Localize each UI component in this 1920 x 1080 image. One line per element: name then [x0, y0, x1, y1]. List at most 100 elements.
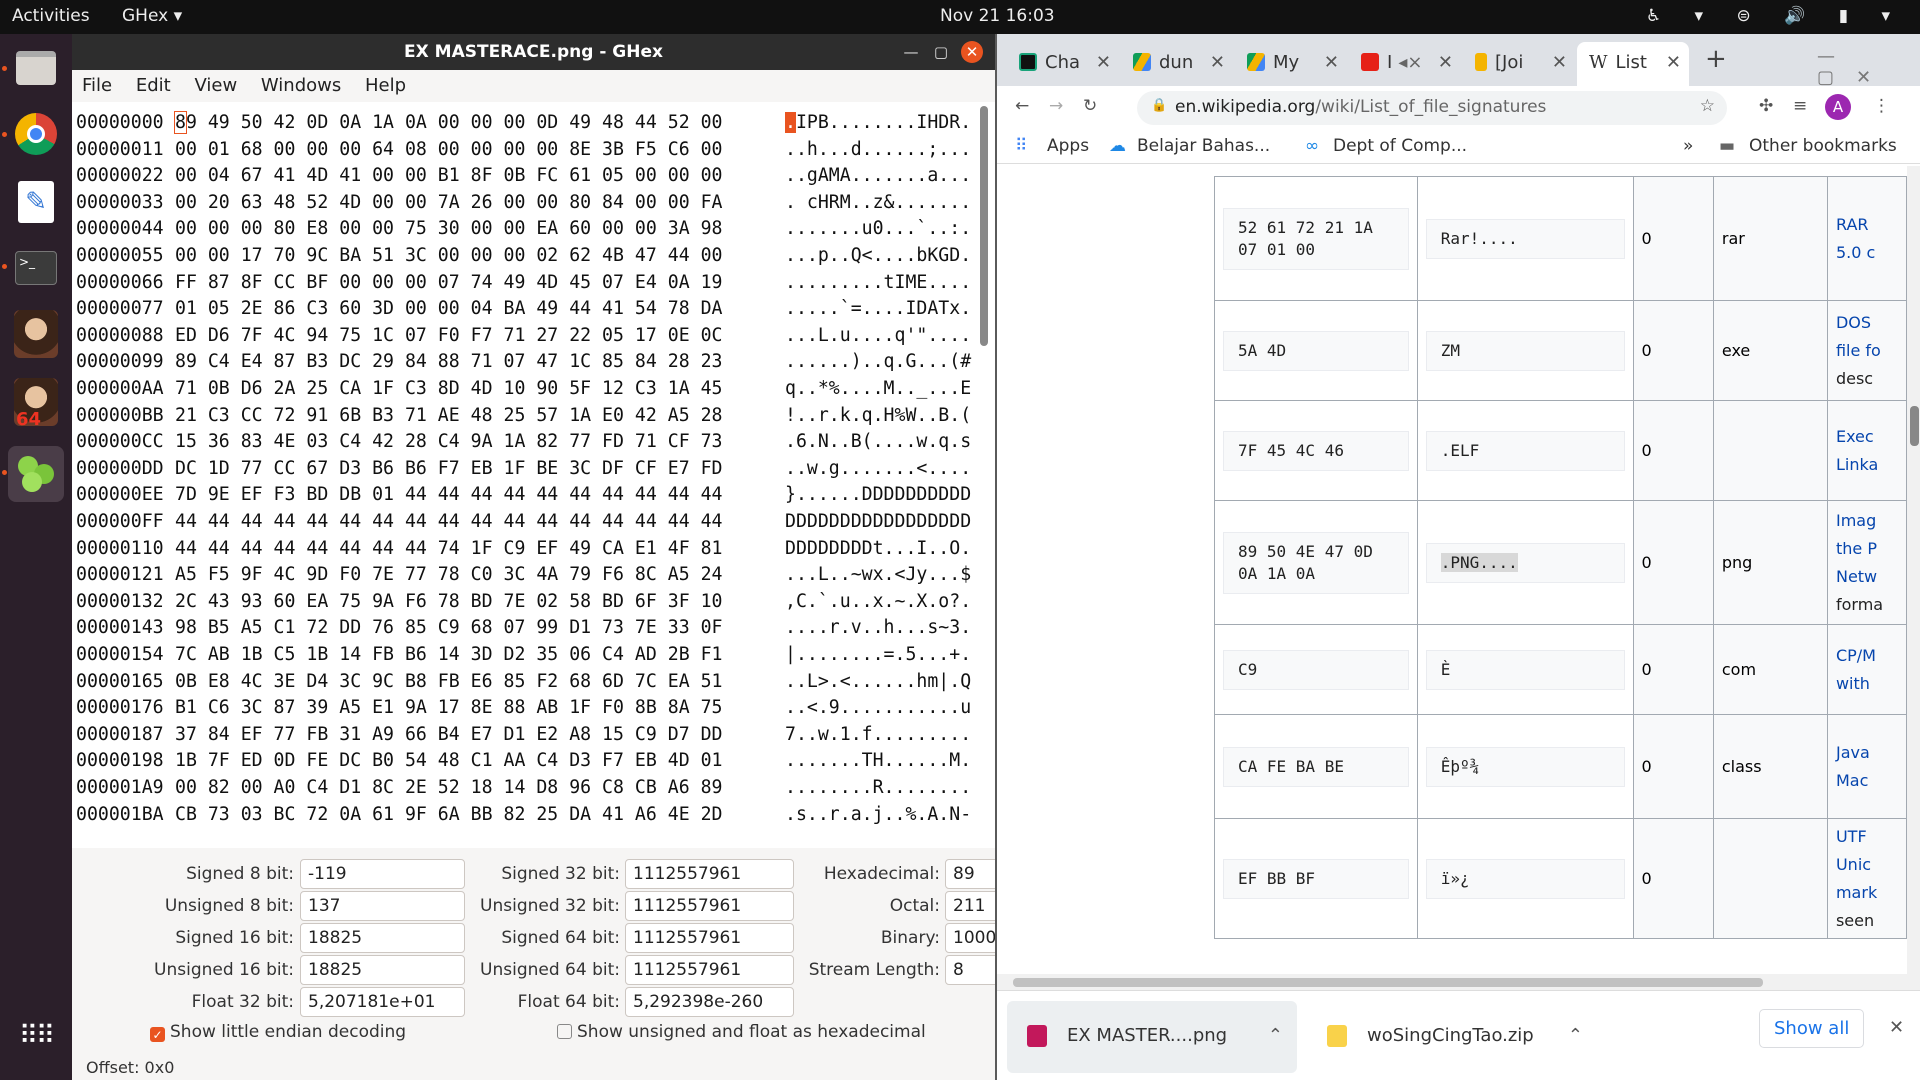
row-hex[interactable]: 2C 43 93 60 EA 75 9A F6 78 BD 7E 02 58 B… — [175, 589, 785, 615]
app-grid-icon[interactable]: ⠿⠿ — [8, 1008, 64, 1064]
tab-join[interactable]: [Joi ✕ — [1463, 42, 1575, 86]
hex-row[interactable]: 00000187 37 84 EF 77 FB 31 A9 66 B4 E7 D1… — [76, 722, 971, 748]
tab-close-icon[interactable]: ✕ — [1096, 52, 1111, 73]
row-ascii[interactable]: .....`=....IDATx. — [785, 296, 971, 322]
unsigned-hex-checkbox[interactable]: Show unsigned and float as hexadecimal — [557, 1022, 926, 1042]
menu-icon[interactable]: ⋮ — [1873, 96, 1890, 116]
row-hex[interactable]: 15 36 83 4E 03 C4 42 28 C4 9A 1A 82 77 F… — [175, 429, 785, 455]
cursor[interactable]: 8 — [174, 111, 187, 134]
close-downloads-icon[interactable]: ✕ — [1889, 1017, 1904, 1038]
tab-close-icon[interactable]: ✕ — [1438, 52, 1453, 73]
hex-row[interactable]: 00000198 1B 7F ED 0D FE DC B0 54 48 C1 AA… — [76, 748, 971, 774]
row-hex[interactable]: 00 00 00 80 E8 00 00 75 30 00 00 EA 60 0… — [175, 216, 785, 242]
little-endian-checkbox[interactable]: ✓ Show little endian decoding — [150, 1022, 406, 1042]
reload-icon[interactable]: ↻ — [1083, 96, 1097, 116]
minimize-icon[interactable]: — — [900, 41, 922, 63]
maximize-icon[interactable]: ▢ — [930, 41, 952, 63]
apps-icon[interactable]: ⠿ — [1015, 136, 1027, 156]
hex-row[interactable]: 00000099 89 C4 E4 87 B3 DC 29 84 88 71 07… — [76, 349, 971, 375]
hex-row[interactable]: 00000000 89 49 50 42 0D 0A 1A 0A 00 00 00… — [76, 110, 971, 136]
row-ascii[interactable]: }......DDDDDDDDDD — [785, 482, 971, 508]
row-hex[interactable]: 44 44 44 44 44 44 44 44 44 44 44 44 44 4… — [175, 509, 785, 535]
address-bar[interactable]: 🔒 en.wikipedia.org/wiki/List_of_file_sig… — [1137, 91, 1727, 125]
hscroll-thumb[interactable] — [1013, 978, 1763, 987]
row-hex[interactable]: 01 05 2E 86 C3 60 3D 00 00 04 BA 49 44 4… — [175, 296, 785, 322]
hex-row[interactable]: 000000FF 44 44 44 44 44 44 44 44 44 44 44… — [76, 509, 971, 535]
profile-avatar[interactable]: A — [1825, 94, 1851, 120]
forward-icon[interactable]: → — [1049, 96, 1063, 116]
signed64-field[interactable]: 1112557961 — [625, 923, 794, 953]
description-cell[interactable]: RAR 5.0 c — [1826, 176, 1907, 301]
row-ascii[interactable]: .......u0...`..:. — [785, 216, 971, 242]
tab-close-icon[interactable]: ✕ — [1666, 52, 1681, 73]
hex-row[interactable]: 000000EE 7D 9E EF F3 BD DB 01 44 44 44 44… — [76, 482, 971, 508]
description-cell[interactable]: CP/M with — [1826, 624, 1907, 715]
tab-close-icon[interactable]: ✕ — [1324, 52, 1339, 73]
row-hex[interactable]: 00 01 68 00 00 00 64 08 00 00 00 00 8E 3… — [175, 137, 785, 163]
bookmark-apps[interactable]: Apps — [1047, 136, 1089, 156]
description-cell[interactable]: DOS file fo desc — [1826, 300, 1907, 401]
tab-wikipedia[interactable]: W List ✕ — [1577, 42, 1689, 86]
signed32-field[interactable]: 1112557961 — [625, 859, 794, 889]
description-cell[interactable]: UTF Unic mark seen — [1826, 818, 1907, 939]
hex-row[interactable]: 000000CC 15 36 83 4E 03 C4 42 28 C4 9A 1A… — [76, 429, 971, 455]
row-ascii[interactable]: .s..r.a.j..%.A.N- — [785, 802, 971, 828]
row-ascii[interactable]: |........=.5...+. — [785, 642, 971, 668]
chrome-icon[interactable] — [8, 106, 64, 162]
hex-row[interactable]: 00000154 7C AB 1B C5 1B 14 FB B6 14 3D D2… — [76, 642, 971, 668]
row-hex[interactable]: 00 00 17 70 9C BA 51 3C 00 00 00 02 62 4… — [175, 243, 785, 269]
hex-row[interactable]: 00000165 0B E8 4C 3E D4 3C 9C B8 FB E6 85… — [76, 669, 971, 695]
hex-row[interactable]: 00000088 ED D6 7F 4C 94 75 1C 07 F0 F7 71… — [76, 323, 971, 349]
back-icon[interactable]: ← — [1015, 96, 1029, 116]
menu-windows[interactable]: Windows — [261, 75, 341, 96]
row-ascii[interactable]: .........tIME.... — [785, 270, 971, 296]
hex-row[interactable]: 00000176 B1 C6 3C 87 39 A5 E1 9A 17 8E 88… — [76, 695, 971, 721]
more-bookmarks[interactable]: » — [1683, 136, 1693, 156]
hex-row[interactable]: 000000AA 71 0B D6 2A 25 CA 1F C3 8D 4D 10… — [76, 376, 971, 402]
hex-row[interactable]: 00000055 00 00 17 70 9C BA 51 3C 00 00 00… — [76, 243, 971, 269]
row-ascii[interactable]: .......TH......M. — [785, 748, 971, 774]
unsigned8-field[interactable]: 137 — [300, 891, 465, 921]
row-ascii[interactable]: ..<.9...........u — [785, 695, 971, 721]
activities-button[interactable]: Activities — [12, 6, 90, 26]
hex-view[interactable]: 00000000 89 49 50 42 0D 0A 1A 0A 00 00 00… — [72, 102, 995, 848]
app-menu[interactable]: GHex ▾ — [122, 6, 182, 26]
row-hex[interactable]: 89 49 50 42 0D 0A 1A 0A 00 00 00 0D 49 4… — [174, 110, 785, 136]
extensions-icon[interactable]: ✣ — [1759, 96, 1773, 116]
download-item-zip[interactable]: woSingCingTao.zip ⌃ — [1307, 1001, 1597, 1073]
hex-row[interactable]: 00000077 01 05 2E 86 C3 60 3D 00 00 04 BA… — [76, 296, 971, 322]
row-hex[interactable]: DC 1D 77 CC 67 D3 B6 B6 F7 EB 1F BE 3C D… — [175, 456, 785, 482]
download-item-png[interactable]: EX MASTER....png ⌃ — [1007, 1001, 1297, 1073]
row-hex[interactable]: CB 73 03 BC 72 0A 61 9F 6A BB 82 25 DA 4… — [175, 802, 785, 828]
row-ascii[interactable]: ......)..q.G...(# — [785, 349, 971, 375]
menu-help[interactable]: Help — [365, 75, 406, 96]
row-ascii[interactable]: ..h...d......;... — [785, 137, 971, 163]
hex-row[interactable]: 00000066 FF 87 8F CC BF 00 00 00 07 74 49… — [76, 270, 971, 296]
window-controls[interactable]: —▢✕ — [1817, 46, 1920, 88]
float64-field[interactable]: 5,292398e-260 — [625, 987, 794, 1017]
row-ascii[interactable]: !..r.k.q.H%W..B.( — [785, 403, 971, 429]
avatar-app-icon[interactable] — [8, 306, 64, 362]
row-hex[interactable]: 71 0B D6 2A 25 CA 1F C3 8D 4D 10 90 5F 1… — [175, 376, 785, 402]
unsigned16-field[interactable]: 18825 — [300, 955, 465, 985]
description-cell[interactable]: Java Mac — [1826, 714, 1907, 819]
row-hex[interactable]: 00 82 00 A0 C4 D1 8C 2E 52 18 14 D8 96 C… — [175, 775, 785, 801]
muted-icon[interactable]: ◂× — [1398, 52, 1422, 73]
row-ascii[interactable]: ...L.u....q'".... — [785, 323, 971, 349]
hex-row[interactable]: 00000033 00 20 63 48 52 4D 00 00 7A 26 00… — [76, 190, 971, 216]
row-hex[interactable]: ED D6 7F 4C 94 75 1C 07 F0 F7 71 27 22 0… — [175, 323, 785, 349]
tab-youtube[interactable]: I ◂× ✕ — [1349, 42, 1461, 86]
row-ascii[interactable]: DDDDDDDDDDDDDDDDD — [785, 509, 971, 535]
hex-row[interactable]: 00000132 2C 43 93 60 EA 75 9A F6 78 BD 7E… — [76, 589, 971, 615]
bookmark-dept[interactable]: Dept of Comp... — [1333, 136, 1467, 156]
hex-row[interactable]: 00000011 00 01 68 00 00 00 64 08 00 00 00… — [76, 137, 971, 163]
signed8-field[interactable]: -119 — [300, 859, 465, 889]
row-ascii[interactable]: .6.N..B(....w.q.s — [785, 429, 971, 455]
ghex-icon[interactable] — [8, 446, 64, 502]
row-ascii[interactable]: ,C.`.u..x.~.X.o?. — [785, 589, 971, 615]
chevron-up-icon[interactable]: ⌃ — [1568, 1025, 1583, 1046]
row-hex[interactable]: B1 C6 3C 87 39 A5 E1 9A 17 8E 88 AB 1F F… — [175, 695, 785, 721]
hex-scrollbar[interactable] — [980, 106, 988, 346]
row-ascii[interactable]: ....r.v..h...s~3. — [785, 615, 971, 641]
row-hex[interactable]: 00 20 63 48 52 4D 00 00 7A 26 00 00 80 8… — [175, 190, 785, 216]
